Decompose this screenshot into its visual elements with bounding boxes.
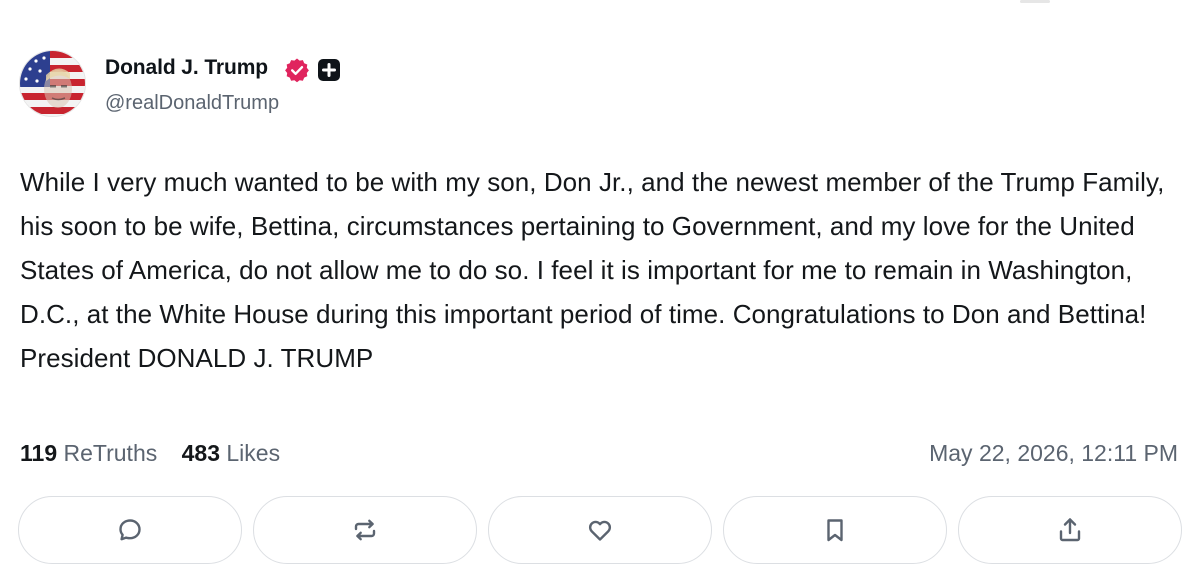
bookmark-icon: [827, 519, 843, 542]
avatar[interactable]: [19, 50, 86, 117]
plus-square-icon: [318, 59, 340, 81]
likes-label: Likes: [226, 440, 281, 466]
post-body-text: While I very much wanted to be with my s…: [20, 167, 1165, 373]
retruths-label: ReTruths: [63, 440, 158, 466]
author-handle[interactable]: @realDonaldTrump: [105, 92, 279, 115]
reply-button[interactable]: [18, 496, 242, 564]
like-button[interactable]: [488, 496, 712, 564]
truth-post: Donald J. Trump @realDonaldTrump While I…: [0, 0, 1200, 567]
speech-bubble-icon: [119, 519, 141, 541]
likes-count: 483: [181, 440, 220, 466]
likes-stat[interactable]: 483 Likes: [182, 440, 280, 467]
retruths-stat[interactable]: 119 ReTruths: [20, 440, 157, 467]
repost-arrows-icon: [354, 519, 376, 541]
heart-icon: [588, 520, 612, 541]
share-upload-icon: [1059, 518, 1081, 542]
verified-badge-icon: [285, 58, 309, 83]
retruth-button[interactable]: [253, 496, 477, 564]
post-timestamp: May 22, 2026, 12:11 PM: [929, 440, 1178, 466]
bookmark-button[interactable]: [723, 496, 947, 564]
avatar-image: [20, 51, 85, 116]
author-name[interactable]: Donald J. Trump: [105, 56, 268, 80]
top-edge-divider: [1020, 0, 1050, 3]
action-bar: [18, 496, 1182, 564]
post-stats: 119 ReTruths 483 Likes: [20, 440, 280, 467]
share-button[interactable]: [958, 496, 1182, 564]
retruths-count: 119: [20, 440, 58, 466]
